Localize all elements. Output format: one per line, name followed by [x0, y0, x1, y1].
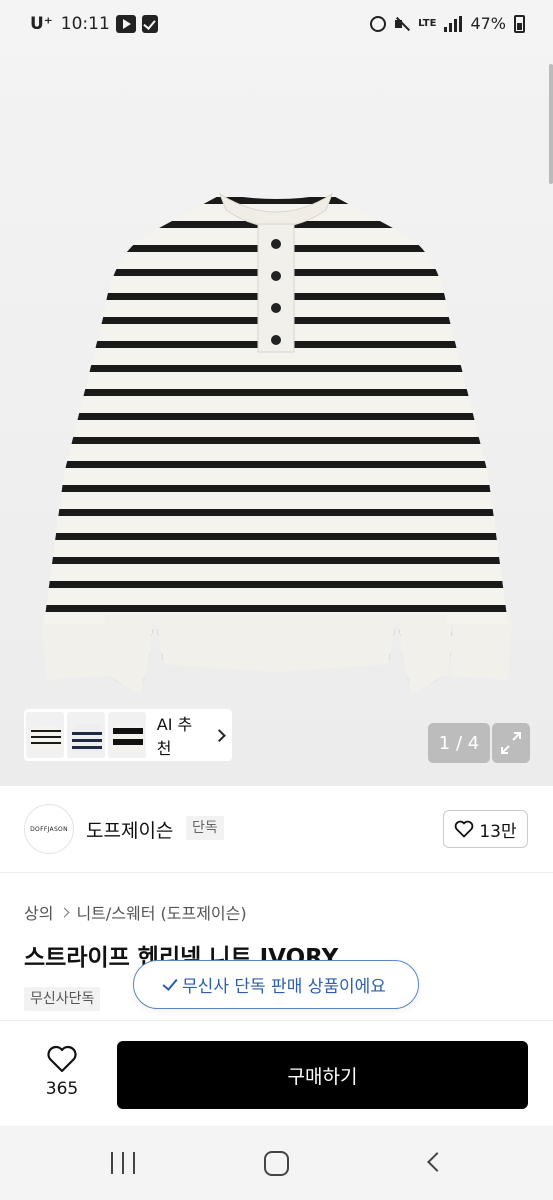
alarm-icon [370, 15, 387, 32]
youtube-icon [115, 15, 136, 33]
breadcrumb-item[interactable]: 상의 [24, 900, 53, 924]
brand-like-button[interactable]: 13만 [443, 810, 528, 848]
brand-name[interactable]: 도프제이슨 [86, 816, 173, 843]
wishlist-count: 365 [45, 1079, 79, 1099]
checkbox-notification-icon [141, 15, 158, 33]
status-bar: U⁺ 10:11 LTE 47% [0, 0, 553, 54]
clock: 10:11 [60, 14, 110, 34]
recommend-thumbnail [107, 712, 146, 758]
signal-icon [444, 15, 463, 32]
chevron-right-icon [60, 907, 70, 917]
wishlist-button[interactable]: 365 [30, 1045, 94, 1099]
carrier-label: U⁺ [30, 14, 53, 34]
lte-icon: LTE [418, 18, 437, 29]
heart-icon [455, 820, 474, 838]
brand-logo[interactable]: DOFFJASON [24, 804, 74, 854]
exclusive-toast: 무신사 단독 판매 상품이에요 [133, 960, 419, 1009]
image-pager: 1 / 4 [428, 723, 490, 763]
recommend-thumbnail [26, 712, 64, 758]
back-icon[interactable] [427, 1152, 447, 1172]
ai-recommend-label: AI 추천 [156, 715, 193, 758]
buy-button[interactable]: 구매하기 [117, 1041, 528, 1109]
recommend-thumbnail [66, 712, 105, 758]
breadcrumb: 상의 니트/스웨터 (도프제이슨) [24, 900, 247, 924]
product-image-carousel[interactable]: AI 추천 1 / 4 [0, 54, 553, 786]
recent-apps-icon[interactable] [111, 1152, 135, 1174]
brand-like-count: 13만 [479, 821, 517, 842]
expand-icon[interactable] [492, 723, 530, 763]
brand-row[interactable]: DOFFJASON 도프제이슨 단독 13만 [0, 786, 553, 873]
chevron-right-icon [213, 728, 226, 742]
heart-icon [47, 1045, 77, 1073]
ai-recommend-button[interactable]: AI 추천 [24, 709, 232, 761]
toast-message: 무신사 단독 판매 상품이에요 [182, 977, 386, 997]
mute-icon [394, 16, 410, 32]
battery-icon [514, 14, 525, 33]
breadcrumb-item[interactable]: 니트/스웨터 (도프제이슨) [76, 900, 246, 924]
sweater-image [41, 192, 513, 694]
exclusive-badge: 단독 [186, 816, 224, 840]
check-icon [162, 974, 178, 991]
home-icon[interactable] [264, 1151, 289, 1176]
exclusive-tag: 무신사단독 [24, 987, 101, 1011]
system-nav-bar [0, 1126, 553, 1200]
purchase-bar: 365 구매하기 [0, 1020, 553, 1126]
battery-percent: 47% [470, 14, 506, 33]
